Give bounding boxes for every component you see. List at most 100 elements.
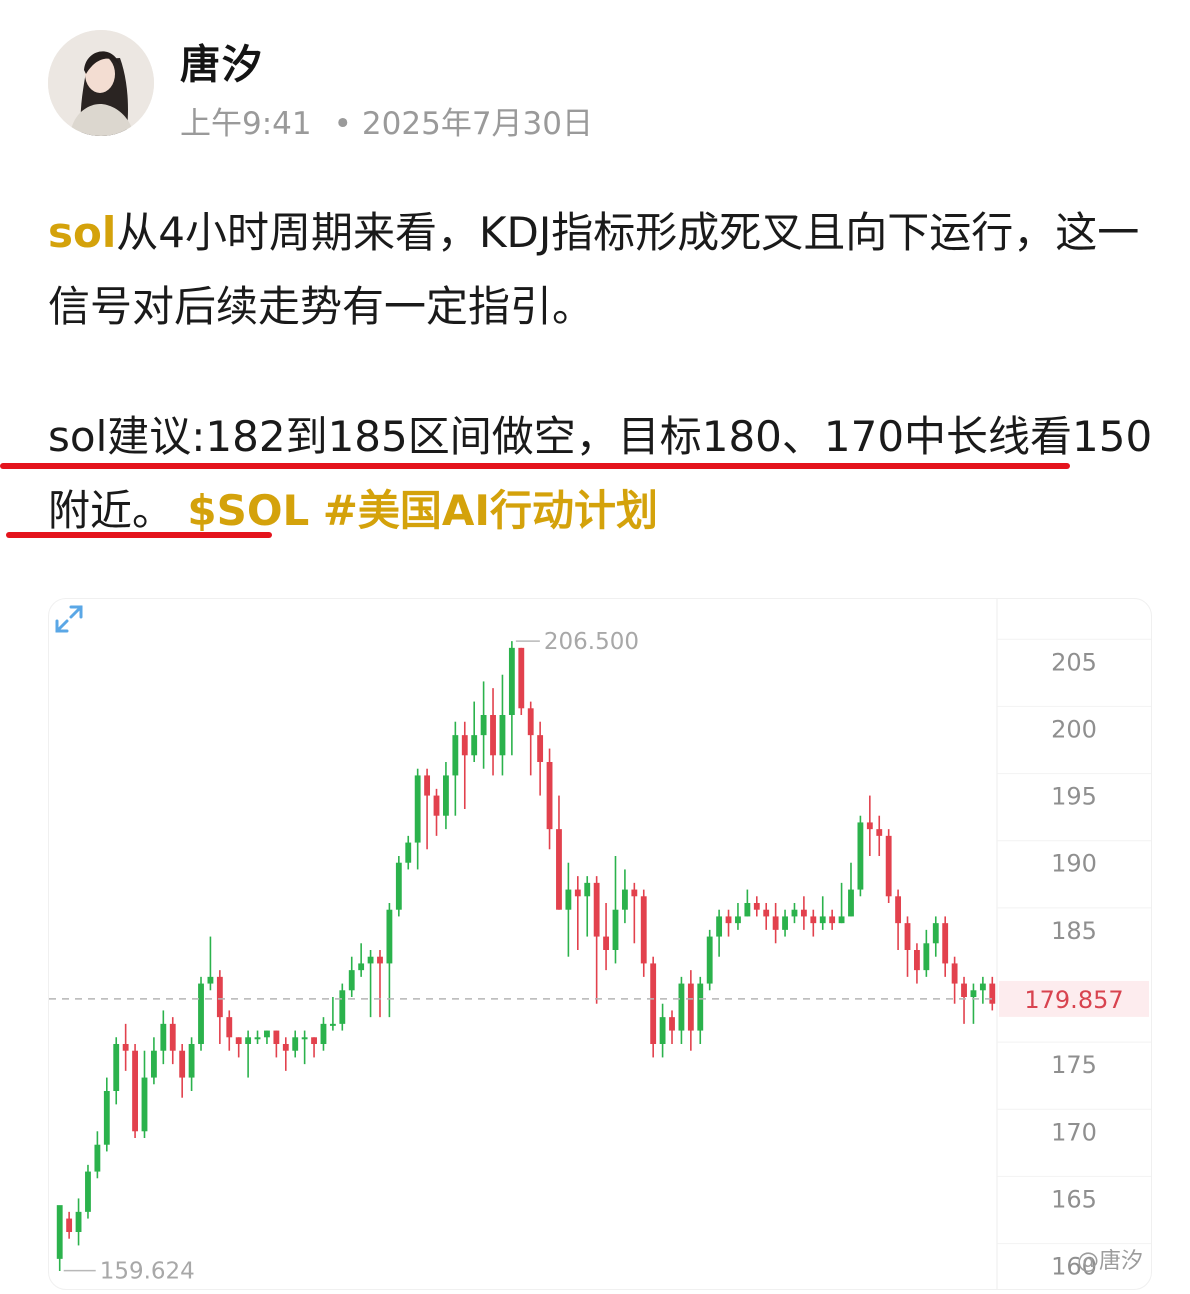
- candle-body: [697, 983, 704, 1031]
- candle-body: [951, 963, 958, 984]
- author-avatar[interactable]: [48, 30, 154, 136]
- post-header: 唐汐 上午9:41 • 2025年7月30日: [48, 30, 1148, 143]
- candle-body: [791, 909, 798, 917]
- candle-body: [800, 909, 807, 917]
- candle-body: [132, 1050, 138, 1132]
- hashtag-ai-plan[interactable]: #美国AI行动计划: [323, 486, 658, 535]
- candle-body: [103, 1091, 110, 1145]
- post-paragraph-1: sol从4小时周期来看，KDJ指标形成死叉且向下运行，这一信号对后续走势有一定指…: [48, 196, 1158, 344]
- y-tick-label: 205: [1051, 648, 1097, 676]
- post-date: 2025年7月30日: [361, 106, 593, 142]
- y-tick-label: 195: [1051, 783, 1097, 811]
- candle-body: [857, 822, 864, 890]
- post-paragraph-2: sol建议:182到185区间做空，目标180、170中长线看150附近。 $S…: [48, 400, 1158, 548]
- avatar-image: [48, 30, 154, 136]
- candle-body: [782, 916, 788, 930]
- candle-body: [979, 983, 986, 991]
- candle-body: [377, 956, 383, 964]
- candle-body: [329, 1023, 336, 1026]
- candle-body: [320, 1023, 327, 1044]
- candle-body: [914, 950, 920, 971]
- candle-body: [198, 983, 204, 1044]
- candle-body: [876, 829, 883, 836]
- expand-icon[interactable]: [49, 599, 89, 639]
- candle-body: [85, 1171, 91, 1212]
- candle-body: [603, 936, 609, 950]
- candle-body: [640, 896, 647, 964]
- candle-body: [932, 923, 939, 944]
- post-time: 上午9:41: [180, 106, 312, 142]
- y-tick-label: 175: [1051, 1051, 1097, 1079]
- current-price-label: 179.857: [1024, 986, 1123, 1014]
- candle-body: [989, 983, 996, 1004]
- candle-body: [461, 735, 468, 756]
- candle-body: [848, 889, 854, 917]
- candle-body: [885, 835, 892, 897]
- candle-body: [367, 956, 374, 964]
- candle-body: [584, 882, 591, 897]
- candle-body: [113, 1044, 120, 1091]
- candle-body: [282, 1044, 289, 1051]
- candle-body: [574, 889, 581, 897]
- candle-body: [763, 909, 770, 917]
- candle-body: [452, 735, 459, 776]
- post-meta: 上午9:41 • 2025年7月30日: [180, 98, 593, 143]
- candle-body: [527, 708, 534, 736]
- candle-body: [433, 795, 440, 816]
- y-tick-label: 165: [1051, 1185, 1097, 1213]
- candle-body: [226, 1017, 233, 1038]
- candle-body: [537, 735, 544, 762]
- candle-body: [546, 762, 553, 830]
- post-body: sol从4小时周期来看，KDJ指标形成死叉且向下运行，这一信号对后续走势有一定指…: [48, 196, 1158, 548]
- candle-body: [565, 889, 572, 910]
- candlestick-chart: 205200195190185175170165160179.857206.50…: [49, 599, 1151, 1289]
- candle-body: [923, 943, 930, 971]
- red-underline-1: [0, 463, 1070, 469]
- candle-body: [216, 976, 223, 1018]
- candle-body: [254, 1037, 261, 1040]
- candle-body: [772, 916, 779, 930]
- candle-body: [207, 976, 214, 984]
- candle-body: [245, 1037, 252, 1044]
- candle-body: [424, 775, 431, 796]
- y-tick-label: 170: [1051, 1118, 1097, 1146]
- candle-body: [292, 1037, 299, 1051]
- candle-body: [678, 983, 685, 1031]
- y-tick-label: 185: [1051, 917, 1097, 945]
- candle-body: [838, 916, 845, 924]
- candle-body: [235, 1037, 242, 1044]
- candle-body: [961, 983, 967, 997]
- candle-body: [480, 715, 487, 736]
- candle-body: [895, 896, 902, 924]
- candle-body: [735, 916, 741, 924]
- candle-body: [819, 916, 826, 924]
- candle-body: [508, 647, 515, 715]
- candle-body: [66, 1218, 73, 1232]
- candle-body: [386, 909, 393, 964]
- candle-body: [471, 735, 478, 756]
- y-tick-label: 200: [1051, 715, 1097, 743]
- candle-body: [141, 1077, 148, 1132]
- candle-body: [395, 862, 402, 910]
- y-tick-label: 190: [1051, 850, 1097, 878]
- candle-body: [150, 1050, 157, 1078]
- author-name[interactable]: 唐汐: [180, 32, 264, 90]
- candle-body: [348, 970, 355, 991]
- cashtag-sol[interactable]: $SOL: [187, 486, 309, 535]
- sol-tag[interactable]: sol: [48, 208, 116, 257]
- candle-body: [970, 990, 977, 997]
- candle-body: [273, 1030, 280, 1044]
- candle-body: [904, 923, 911, 950]
- candle-body: [631, 889, 638, 897]
- candle-body: [706, 936, 713, 984]
- candle-body: [443, 775, 449, 816]
- meta-separator: •: [333, 106, 352, 142]
- candle-body: [339, 990, 346, 1024]
- candle-body: [829, 916, 836, 924]
- candle-body: [669, 1017, 675, 1031]
- candle-body: [414, 775, 421, 843]
- price-chart-card[interactable]: 205 200 195 190 185 175 170 165 160 179.857 206.50…: [48, 598, 1152, 1290]
- candle-body: [716, 916, 723, 937]
- candle-body: [405, 842, 412, 863]
- candle-body: [659, 1017, 666, 1044]
